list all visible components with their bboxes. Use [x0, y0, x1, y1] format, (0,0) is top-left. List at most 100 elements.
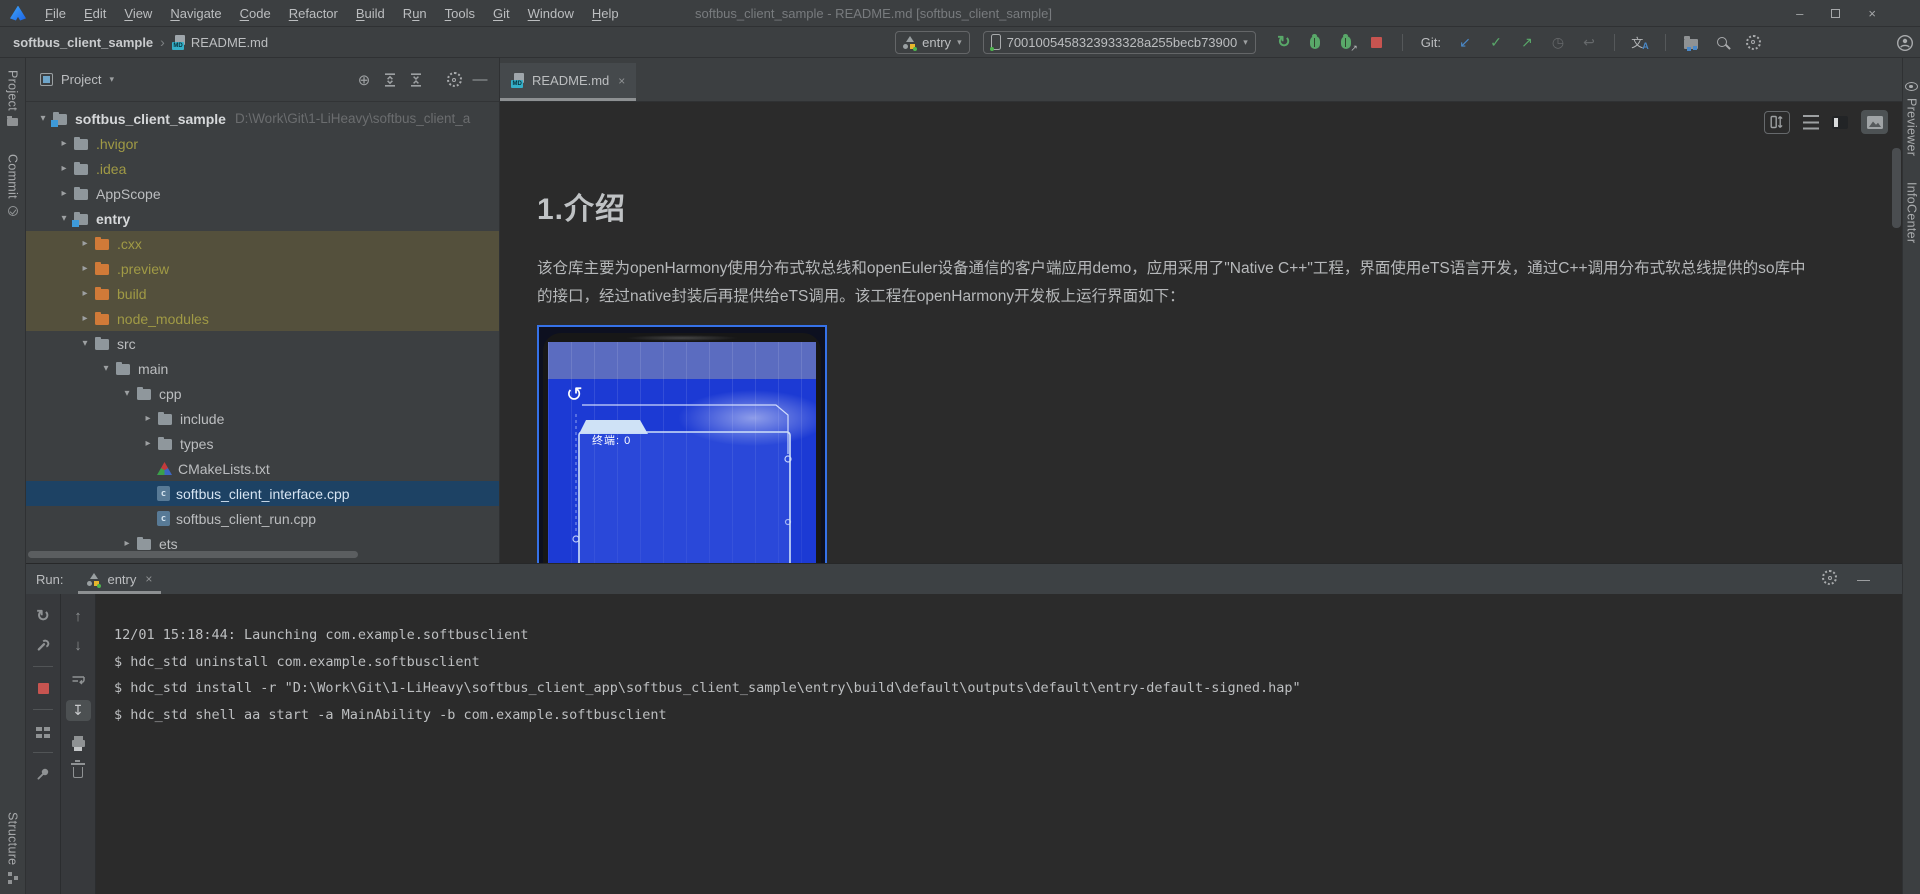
git-rollback-button[interactable]: ↩	[1580, 33, 1598, 51]
horizontal-scrollbar[interactable]	[28, 551, 358, 558]
menu-tools[interactable]: Tools	[436, 6, 484, 21]
tool-window-button-infocenter[interactable]: InfoCenter	[1905, 182, 1919, 243]
menu-code[interactable]: Code	[231, 6, 280, 21]
chevron-closed-icon[interactable]: ▸	[55, 163, 73, 174]
run-button[interactable]: ↻	[1275, 33, 1293, 51]
profile-button[interactable]: ↗	[1337, 33, 1355, 51]
search-everywhere-button[interactable]	[1713, 33, 1731, 51]
show-editor-and-preview-button[interactable]	[1832, 116, 1848, 129]
tool-window-button-commit[interactable]: Commit	[6, 154, 20, 216]
git-update-button[interactable]: ↙	[1456, 33, 1474, 51]
hide-panel-button[interactable]: —	[471, 71, 489, 89]
run-config-selector[interactable]: entry ▾	[895, 31, 969, 54]
print-button[interactable]	[68, 732, 88, 750]
show-editor-only-button[interactable]	[1803, 115, 1819, 130]
tree-item-build[interactable]: ▸build	[26, 281, 499, 306]
git-commit-button[interactable]: ✓	[1487, 33, 1505, 51]
maximize-button[interactable]	[1831, 9, 1840, 18]
tree-item-.hvigor[interactable]: ▸.hvigor	[26, 131, 499, 156]
tree-item-include[interactable]: ▸include	[26, 406, 499, 431]
close-button[interactable]: ×	[1868, 6, 1876, 21]
tab-readme[interactable]: MD README.md ×	[500, 63, 636, 101]
menu-git[interactable]: Git	[484, 6, 519, 21]
menu-edit[interactable]: Edit	[75, 6, 115, 21]
chevron-open-icon[interactable]: ▾	[34, 113, 52, 124]
chevron-closed-icon[interactable]: ▸	[55, 138, 73, 149]
run-console[interactable]: 12/01 15:18:44: Launching com.example.so…	[96, 594, 1902, 894]
menu-file[interactable]: File	[36, 6, 75, 21]
tool-window-button-previewer[interactable]: Previewer	[1905, 82, 1919, 156]
tree-item-softbus_client_interface.cpp[interactable]: csoftbus_client_interface.cpp	[26, 481, 499, 506]
chevron-closed-icon[interactable]: ▸	[76, 263, 94, 274]
tool-window-button-structure[interactable]: Structure	[6, 812, 20, 884]
project-directory-button[interactable]	[1682, 33, 1700, 51]
tree-item-softbus_client_sample[interactable]: ▾softbus_client_sampleD:\Work\Git\1-LiHe…	[26, 106, 499, 131]
collapse-all-button[interactable]	[407, 71, 425, 89]
tree-item-.cxx[interactable]: ▸.cxx	[26, 231, 499, 256]
tree-item-types[interactable]: ▸types	[26, 431, 499, 456]
expand-all-button[interactable]	[381, 71, 399, 89]
minimize-button[interactable]: –	[1796, 6, 1803, 21]
device-selector[interactable]: 7001005458323933328a255becb73900 ▾	[983, 31, 1256, 54]
run-settings-button[interactable]	[1822, 570, 1837, 588]
git-push-button[interactable]: ↗	[1518, 33, 1536, 51]
chevron-open-icon[interactable]: ▾	[76, 338, 94, 349]
panel-settings-button[interactable]	[445, 71, 463, 89]
chevron-down-icon[interactable]: ▾	[109, 74, 114, 85]
rerun-button[interactable]: ↻	[33, 607, 53, 625]
tree-item-node_modules[interactable]: ▸node_modules	[26, 306, 499, 331]
tree-item-.preview[interactable]: ▸.preview	[26, 256, 499, 281]
chevron-open-icon[interactable]: ▾	[55, 213, 73, 224]
pin-tab-button[interactable]	[33, 765, 53, 783]
chevron-open-icon[interactable]: ▾	[118, 388, 136, 399]
chevron-closed-icon[interactable]: ▸	[139, 438, 157, 449]
tree-item-main[interactable]: ▾main	[26, 356, 499, 381]
restore-layout-button[interactable]	[33, 722, 53, 740]
scroll-to-end-button[interactable]: ↧	[66, 700, 91, 721]
menu-navigate[interactable]: Navigate	[161, 6, 230, 21]
chevron-closed-icon[interactable]: ▸	[76, 313, 94, 324]
locate-file-button[interactable]: ⊕	[355, 71, 373, 89]
tree-item-softbus_client_run.cpp[interactable]: csoftbus_client_run.cpp	[26, 506, 499, 531]
prev-occurrence-button[interactable]: ↑	[68, 607, 88, 625]
soft-wrap-button[interactable]	[68, 671, 88, 689]
run-tab-close-icon[interactable]: ×	[145, 572, 152, 586]
menu-refactor[interactable]: Refactor	[280, 6, 347, 21]
menu-run[interactable]: Run	[394, 6, 436, 21]
run-tab-entry[interactable]: entry ×	[78, 564, 161, 594]
menu-window[interactable]: Window	[519, 6, 583, 21]
tree-item-src[interactable]: ▾src	[26, 331, 499, 356]
next-occurrence-button[interactable]: ↓	[68, 636, 88, 654]
tree-item-CMakeLists.txt[interactable]: CMakeLists.txt	[26, 456, 499, 481]
chevron-open-icon[interactable]: ▾	[97, 363, 115, 374]
tree-item-.idea[interactable]: ▸.idea	[26, 156, 499, 181]
show-preview-only-button[interactable]	[1861, 110, 1888, 134]
debug-button[interactable]	[1306, 33, 1324, 51]
translate-button[interactable]: 文A	[1631, 33, 1649, 51]
tree-item-entry[interactable]: ▾entry	[26, 206, 499, 231]
git-history-button[interactable]: ◷	[1549, 33, 1567, 51]
stop-process-button[interactable]	[33, 679, 53, 697]
menu-build[interactable]: Build	[347, 6, 394, 21]
tool-window-button-project[interactable]: Project	[6, 70, 20, 126]
breadcrumb-file[interactable]: README.md	[191, 35, 268, 50]
menu-view[interactable]: View	[115, 6, 161, 21]
clear-console-button[interactable]	[68, 761, 88, 779]
hide-run-panel-button[interactable]: —	[1857, 572, 1870, 587]
breadcrumb-project[interactable]: softbus_client_sample	[13, 35, 153, 50]
editor-scrollbar[interactable]	[1892, 148, 1901, 228]
tree-item-cpp[interactable]: ▾cpp	[26, 381, 499, 406]
settings-button[interactable]	[1744, 33, 1762, 51]
project-panel-title[interactable]: Project	[61, 72, 101, 87]
tab-close-icon[interactable]: ×	[618, 74, 625, 88]
chevron-closed-icon[interactable]: ▸	[139, 413, 157, 424]
chevron-closed-icon[interactable]: ▸	[118, 538, 136, 549]
edit-configuration-button[interactable]	[33, 636, 53, 654]
account-avatar-button[interactable]	[1896, 34, 1914, 55]
chevron-closed-icon[interactable]: ▸	[76, 288, 94, 299]
stop-button[interactable]	[1368, 33, 1386, 51]
menu-help[interactable]: Help	[583, 6, 628, 21]
chevron-closed-icon[interactable]: ▸	[55, 188, 73, 199]
tree-item-AppScope[interactable]: ▸AppScope	[26, 181, 499, 206]
chevron-closed-icon[interactable]: ▸	[76, 238, 94, 249]
